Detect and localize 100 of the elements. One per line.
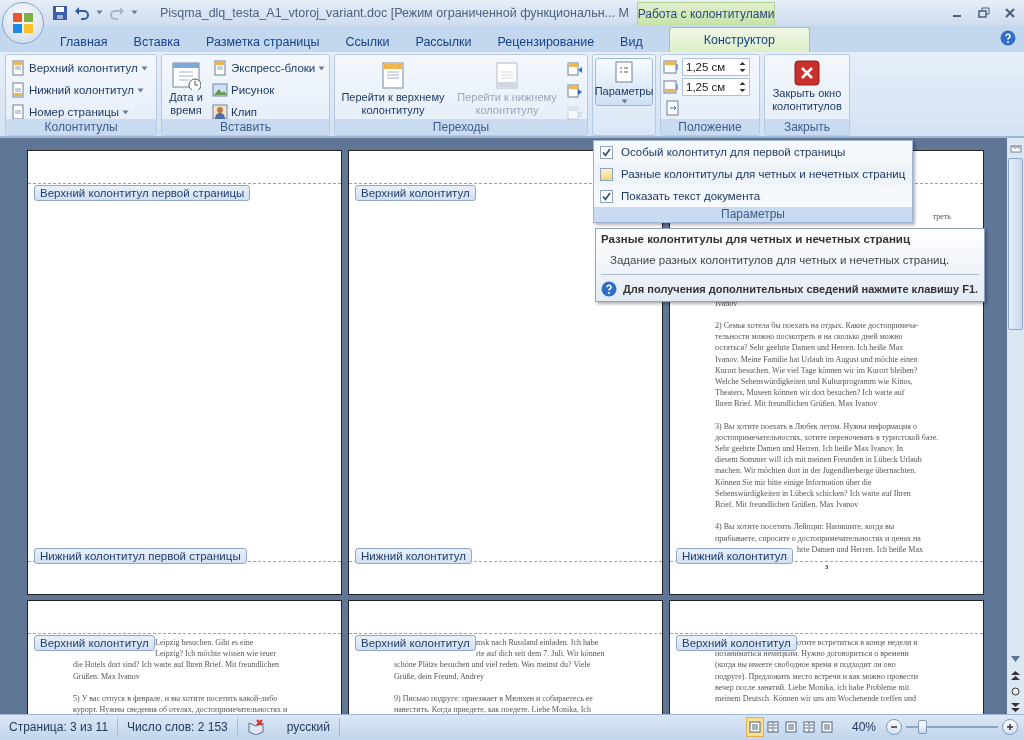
document-arrow-icon bbox=[567, 60, 583, 76]
text-line: отите встретиться в конце недели и bbox=[797, 639, 919, 648]
ribbon-button[interactable]: Экспресс-блоки bbox=[210, 58, 328, 78]
text-line: Welche Sehenswürdigkeiten und Kulturprogramm wie Kinos, bbox=[715, 377, 914, 387]
context-title: Работа с колонтитулами bbox=[637, 2, 775, 25]
window-title: Pisqma_dlq_testa_A1_vtoroj_variant.doc [Режим ограниченной функциональн... M bbox=[160, 5, 630, 20]
document-arrow-icon bbox=[567, 82, 583, 98]
spin-arrows-icon bbox=[739, 81, 746, 93]
plus-icon bbox=[1006, 722, 1014, 731]
close-header-button[interactable]: Закрыть окно колонтитулов bbox=[767, 58, 847, 115]
document-icon bbox=[212, 60, 228, 76]
text-line: diesem Sommer will ich mit meinen Freunden in Lübeck Urlaub bbox=[715, 456, 923, 465]
footer-label: Нижний колонтитул bbox=[676, 548, 793, 564]
ribbon-tab[interactable]: Рассылки bbox=[403, 30, 484, 52]
language-indicator[interactable]: русский bbox=[277, 717, 340, 736]
group-label: Положение bbox=[661, 119, 759, 135]
spin-arrows-icon bbox=[739, 61, 746, 73]
zoom-out-button[interactable] bbox=[886, 718, 902, 735]
option-label: Показать текст документа bbox=[621, 190, 761, 202]
view-button[interactable] bbox=[745, 716, 764, 737]
picture-icon bbox=[212, 82, 228, 98]
ribbon-button[interactable]: Рисунок bbox=[210, 80, 328, 100]
zoom-level[interactable]: 40% bbox=[851, 719, 876, 734]
group-label: Закрыть bbox=[765, 119, 849, 135]
scroll-thumb[interactable] bbox=[1008, 158, 1023, 330]
document-icon bbox=[494, 60, 520, 90]
ribbon-tab[interactable]: Рецензирование bbox=[485, 30, 607, 52]
caret-icon bbox=[131, 10, 138, 15]
browse-object-button[interactable] bbox=[1008, 684, 1023, 698]
text-line: Grüßen. Max Ivanov bbox=[73, 672, 141, 682]
text-line: msk nach Russland einladen. Ich habe bbox=[476, 639, 600, 648]
text-line: навестить. Когда приедете, как поедете. Liebe Monika, Ich bbox=[394, 706, 592, 714]
save-icon[interactable] bbox=[52, 4, 68, 21]
text-line: позаниматься немецким. Нужно договориться о времени bbox=[715, 650, 910, 659]
spin-field[interactable]: 1,25 см bbox=[682, 58, 750, 76]
ribbon-tab[interactable]: Вставка bbox=[121, 30, 193, 52]
help-button[interactable] bbox=[1000, 30, 1018, 48]
zoom-in-button[interactable] bbox=[1002, 718, 1018, 735]
header-label: Верхний колонтитул bbox=[34, 635, 155, 651]
text-line: 2) Семья хотела бы поехать на отдых. Какие достопримеча- bbox=[715, 321, 920, 331]
checkbox-option[interactable]: Показать текст документа bbox=[594, 185, 912, 207]
footer-label: Нижний колонтитул первой страницы bbox=[34, 548, 247, 564]
word-count[interactable]: Число слов: 2 153 bbox=[118, 717, 238, 736]
header-label: Верхний колонтитул bbox=[676, 635, 797, 651]
text-line: Kurort besuchen. Wie viel Tage können wir im Kurort bleiben? bbox=[715, 366, 919, 376]
ribbon-dropdown-button[interactable]: Нижний колонтитул bbox=[8, 80, 150, 100]
ribbon-tab[interactable]: Конструктор bbox=[668, 27, 810, 52]
help-icon bbox=[601, 281, 617, 297]
ruler-icon bbox=[1009, 143, 1022, 155]
checkbox[interactable] bbox=[600, 145, 613, 159]
caret-icon bbox=[620, 99, 628, 104]
text-line: Ihren Brief. Mit freundlichen Grüßen. Max Ivanov bbox=[715, 400, 879, 409]
navigation-button[interactable]: Перейти к верхнему колонтитулу bbox=[337, 58, 449, 119]
page-count[interactable]: Страница: 3 из 11 bbox=[0, 717, 119, 736]
text-line: hrte Damen und Herren. Ich heiße Max bbox=[797, 545, 924, 555]
footer-position-icon bbox=[663, 79, 679, 95]
slider-thumb[interactable] bbox=[917, 719, 927, 734]
text-line: Leipzig besuchen. Gibt es eine bbox=[155, 639, 255, 648]
ribbon-tab[interactable]: Ссылки bbox=[333, 30, 402, 52]
ribbon-dropdown-button[interactable]: Номер страницы bbox=[8, 102, 150, 122]
text-line: 3) Вы хотите поехать в Любек летом. Нужна информация о bbox=[715, 422, 918, 432]
page-view-icon bbox=[748, 720, 761, 733]
ribbon-dropdown-button[interactable]: Верхний колонтитул bbox=[8, 58, 150, 78]
text-line: 5) У вас отпуск в феврале, и вы хотите посетить какой-либо bbox=[73, 694, 279, 704]
text-line: Theaters, Museen können wir dort besuchen? Ich warte auf bbox=[715, 389, 906, 398]
ribbon-tab[interactable]: Вид bbox=[608, 30, 655, 52]
book-icon bbox=[247, 718, 264, 735]
footer-label: Нижний колонтитул bbox=[355, 548, 472, 564]
text-line: вечер после занятий. Liebe Monika, ich habe Probleme mit bbox=[715, 683, 911, 693]
ribbon-tab[interactable]: Главная bbox=[48, 30, 120, 52]
text-line: тельности можно посмотреть и на сколько дней можно bbox=[715, 333, 904, 342]
text-line: (когда вы имеете свободное время и подходит ли оно bbox=[715, 661, 897, 670]
page-view-icon bbox=[820, 720, 833, 733]
vertical-scrollbar[interactable] bbox=[1007, 138, 1024, 714]
restore-icon[interactable] bbox=[978, 6, 990, 19]
alignment-tab-icon bbox=[665, 100, 681, 116]
ribbon-tab[interactable]: Разметка страницы bbox=[194, 30, 332, 52]
header-label: Верхний колонтитул bbox=[355, 185, 476, 201]
tooltip-description: Задание разных колонтитулов для четных и нечетных страниц. bbox=[609, 253, 951, 266]
text-line: 9) Письмо подруге: приезжает в Мюнхен и собираетесь ее bbox=[394, 694, 594, 704]
checkbox[interactable] bbox=[600, 167, 613, 181]
text-line: достопримечательностях, хотите переночевать в туристской базе. bbox=[715, 433, 940, 443]
text-line: подруге). Предложить место встречи и как можно провести bbox=[715, 672, 919, 682]
link-icon bbox=[567, 104, 583, 120]
checkbox-option[interactable]: Особый колонтитул для первой страницы bbox=[594, 141, 912, 163]
caret-icon bbox=[96, 10, 103, 15]
checkbox[interactable] bbox=[600, 189, 613, 203]
date-time-button[interactable]: Дата и время bbox=[164, 58, 208, 119]
text-line: остаться? Sehr geehrte Damen und Herren. Ich heiße Max bbox=[715, 344, 905, 353]
page-view-icon bbox=[766, 720, 779, 733]
menu-label: Параметры bbox=[594, 207, 912, 222]
header-label: Верхний колонтитул bbox=[355, 635, 476, 651]
checkbox-option[interactable]: Разные колонтитулы для четных и нечетных страниц bbox=[594, 163, 912, 185]
spin-field[interactable]: 1,25 см bbox=[682, 78, 750, 96]
ruler-button[interactable] bbox=[1008, 142, 1023, 156]
down-arrow-icon bbox=[1011, 656, 1020, 662]
text-line: прибываете, спросите о достопримечательностях и ценах на bbox=[715, 534, 922, 544]
text-line: rte auf dich seit dem 7. Juli. Wir können bbox=[476, 650, 606, 659]
close-icon[interactable] bbox=[1004, 6, 1016, 19]
options-button[interactable]: Параметры bbox=[595, 58, 653, 106]
